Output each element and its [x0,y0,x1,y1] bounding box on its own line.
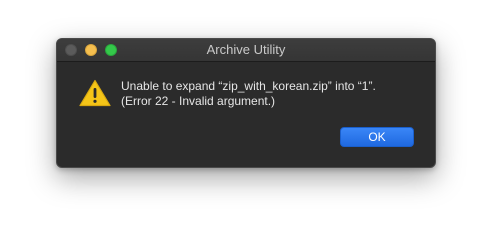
window-title: Archive Utility [206,42,286,57]
alert-message-line-1: Unable to expand “zip_with_korean.zip” i… [121,79,376,93]
warning-icon [79,79,111,107]
alert-message-line-2: (Error 22 - Invalid argument.) [121,94,276,108]
title-bar[interactable]: Archive Utility [57,39,435,62]
archive-utility-dialog: Archive Utility Unable to expand “zip_wi… [56,38,436,168]
ok-button[interactable]: OK [340,127,414,147]
alert-message: Unable to expand “zip_with_korean.zip” i… [121,79,421,109]
